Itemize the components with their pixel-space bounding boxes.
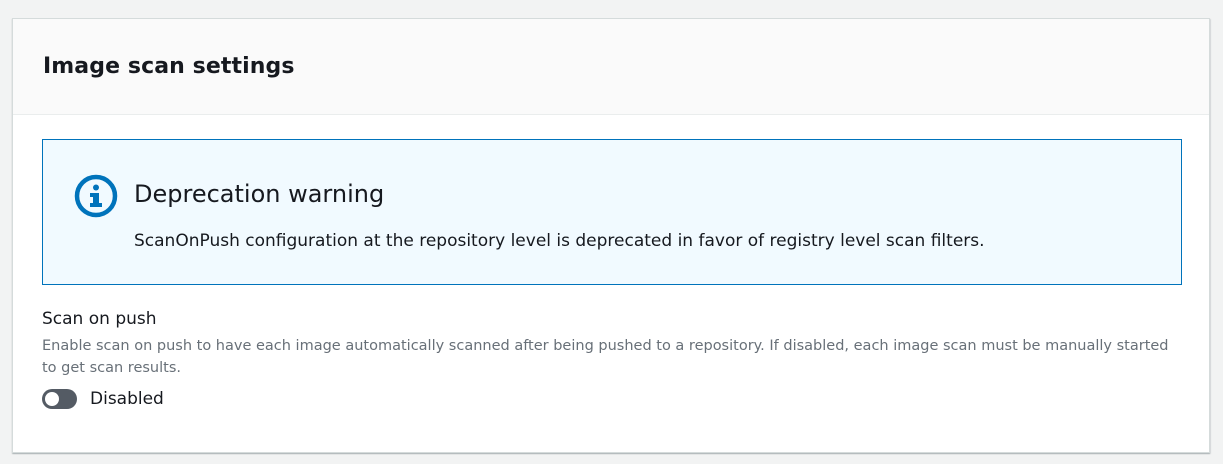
scan-on-push-field: Scan on push Enable scan on push to have… bbox=[42, 309, 1181, 409]
alert-title: Deprecation warning bbox=[134, 180, 385, 208]
panel-title: Image scan settings bbox=[43, 54, 295, 79]
toggle-knob bbox=[45, 392, 59, 406]
scan-on-push-label: Scan on push bbox=[42, 309, 157, 329]
panel-body: Deprecation warning ScanOnPush configura… bbox=[13, 115, 1209, 409]
alert-message: ScanOnPush configuration at the reposito… bbox=[134, 231, 985, 251]
scan-on-push-toggle[interactable] bbox=[42, 389, 77, 409]
panel-header: Image scan settings bbox=[13, 19, 1209, 115]
info-icon bbox=[74, 174, 118, 218]
image-scan-settings-panel: Image scan settings Deprecation warning … bbox=[12, 18, 1210, 453]
scan-on-push-toggle-row: Disabled bbox=[42, 389, 1181, 409]
toggle-state-label: Disabled bbox=[90, 389, 164, 409]
scan-on-push-description: Enable scan on push to have each image a… bbox=[42, 338, 1169, 376]
deprecation-alert: Deprecation warning ScanOnPush configura… bbox=[42, 139, 1182, 285]
